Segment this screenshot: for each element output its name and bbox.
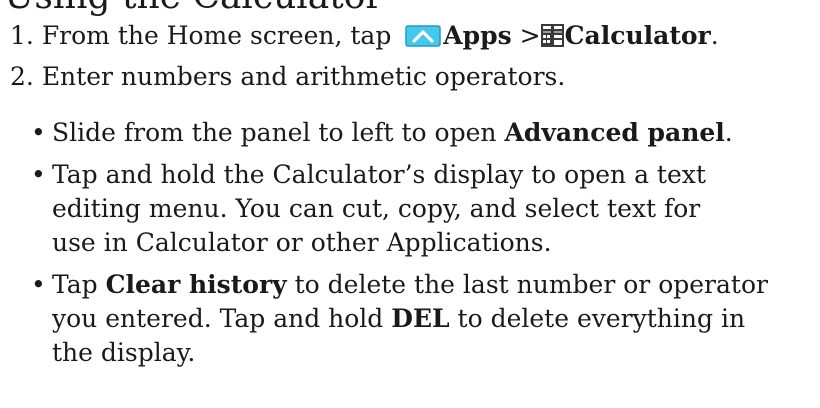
bullet-line: Slide from the panel to left to open Adv… [52, 116, 810, 150]
del-label: DEL [391, 304, 450, 333]
bullet-text: to delete everything in [457, 304, 746, 333]
bullet-text: Slide from the panel to left to open [52, 118, 497, 147]
list-item: • Slide from the panel to left to open A… [30, 116, 810, 150]
advanced-panel-label: Advanced panel [504, 118, 725, 147]
step-2: 2. Enter numbers and arithmetic operator… [10, 60, 565, 94]
bullet-text: . [724, 118, 733, 147]
list-item: • Tap Clear history to delete the last n… [30, 268, 810, 370]
bullet-text: Tap [52, 270, 98, 299]
calculator-icon [540, 24, 564, 47]
path-separator: > [519, 21, 541, 50]
step-period: . [710, 21, 719, 50]
calculator-label: Calculator [564, 21, 711, 50]
bullet-line: Tap and hold the Calculator’s display to… [52, 160, 706, 189]
step-number: 2. [10, 62, 34, 91]
apps-chevron-up-icon [405, 25, 442, 47]
step-1: 1. From the Home screen, tap Apps > Calc… [10, 19, 719, 53]
bullet-line: the display. [52, 338, 196, 367]
bullet-line: you entered. Tap and hold DEL to delete … [52, 302, 810, 336]
tips-list: • Slide from the panel to left to open A… [30, 116, 810, 378]
bullet-marker: • [31, 160, 46, 189]
manual-page: Using the Calculator 1. From the Home sc… [0, 0, 820, 408]
clear-history-label: Clear history [105, 270, 287, 299]
bullet-text: to delete the last number or operator [294, 270, 768, 299]
bullet-line: editing menu. You can cut, copy, and sel… [52, 194, 701, 223]
step-text: From the Home screen, tap [41, 21, 392, 50]
section-heading-partial: Using the Calculator [4, 0, 383, 18]
bullet-line: use in Calculator or other Applications. [52, 228, 552, 257]
list-item: • Tap and hold the Calculator’s display … [30, 158, 810, 260]
bullet-marker: • [31, 270, 46, 299]
step-number: 1. [10, 21, 34, 50]
bullet-text: you entered. Tap and hold [52, 304, 384, 333]
bullet-line: Tap Clear history to delete the last num… [52, 268, 810, 302]
step-text: Enter numbers and arithmetic operators. [41, 62, 566, 91]
bullet-marker: • [31, 118, 46, 147]
apps-label: Apps [443, 21, 512, 50]
